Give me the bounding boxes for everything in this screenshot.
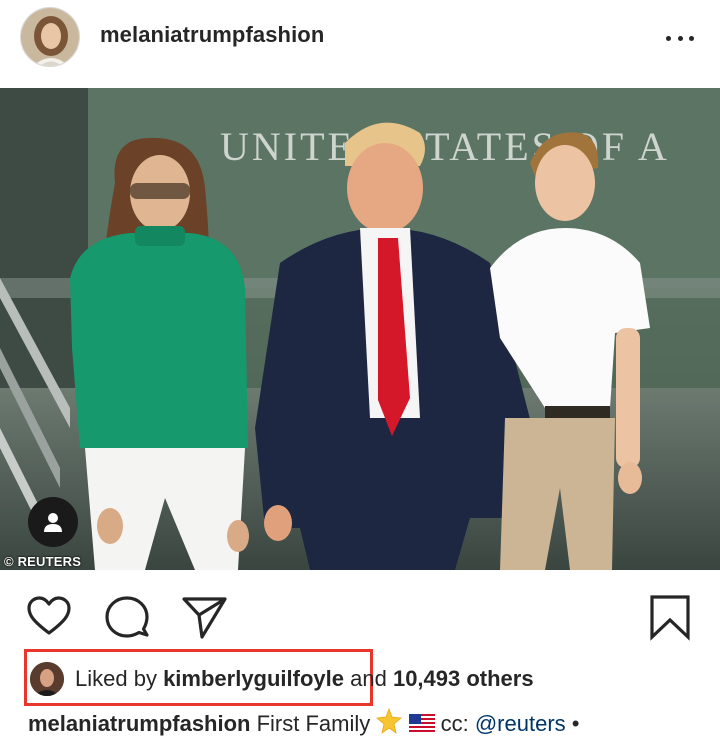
save-button[interactable]	[646, 593, 694, 641]
caption-cc: cc:	[434, 711, 475, 736]
more-options-button[interactable]	[660, 26, 700, 50]
mention-link[interactable]: @reuters	[475, 711, 566, 736]
caption-text: First Family	[250, 711, 377, 736]
heart-icon	[27, 596, 71, 635]
photo-credit: © REUTERS	[4, 554, 82, 569]
liked-by-prefix: Liked by	[75, 666, 164, 691]
post-username[interactable]: melaniatrumpfashion	[100, 22, 324, 48]
aircraft-lettering: UNITED STATES OF A	[220, 124, 670, 169]
post-photo[interactable]: UNITED STATES OF A	[0, 88, 720, 570]
caption-bullet: •	[565, 711, 580, 736]
more-dot	[677, 35, 683, 41]
comment-button[interactable]	[103, 593, 151, 641]
post-caption: melaniatrumpfashion First Family cc: @re…	[28, 707, 718, 740]
bookmark-icon	[650, 595, 690, 641]
more-dot	[689, 35, 694, 41]
liked-by-and: and	[344, 666, 393, 691]
action-bar	[0, 585, 720, 645]
liker-username[interactable]: kimberlyguilfoyle	[163, 666, 344, 691]
liked-by-text: Liked by kimberlyguilfoyle and 10,493 ot…	[75, 666, 534, 692]
others-count[interactable]: 10,493 others	[393, 666, 534, 691]
like-button[interactable]	[25, 593, 73, 641]
us-flag-emoji-icon	[408, 714, 435, 740]
post-header: melaniatrumpfashion	[0, 0, 720, 88]
caption-username[interactable]: melaniatrumpfashion	[28, 711, 250, 736]
more-horizontal-icon	[666, 35, 671, 41]
liker-avatar[interactable]	[30, 662, 64, 696]
star-emoji-icon	[376, 707, 403, 740]
comment-icon	[105, 596, 149, 638]
share-button[interactable]	[180, 593, 228, 641]
user-tag-icon	[44, 513, 62, 532]
user-tag-button[interactable]	[28, 497, 78, 547]
send-icon	[182, 597, 227, 639]
profile-avatar[interactable]	[20, 7, 80, 67]
